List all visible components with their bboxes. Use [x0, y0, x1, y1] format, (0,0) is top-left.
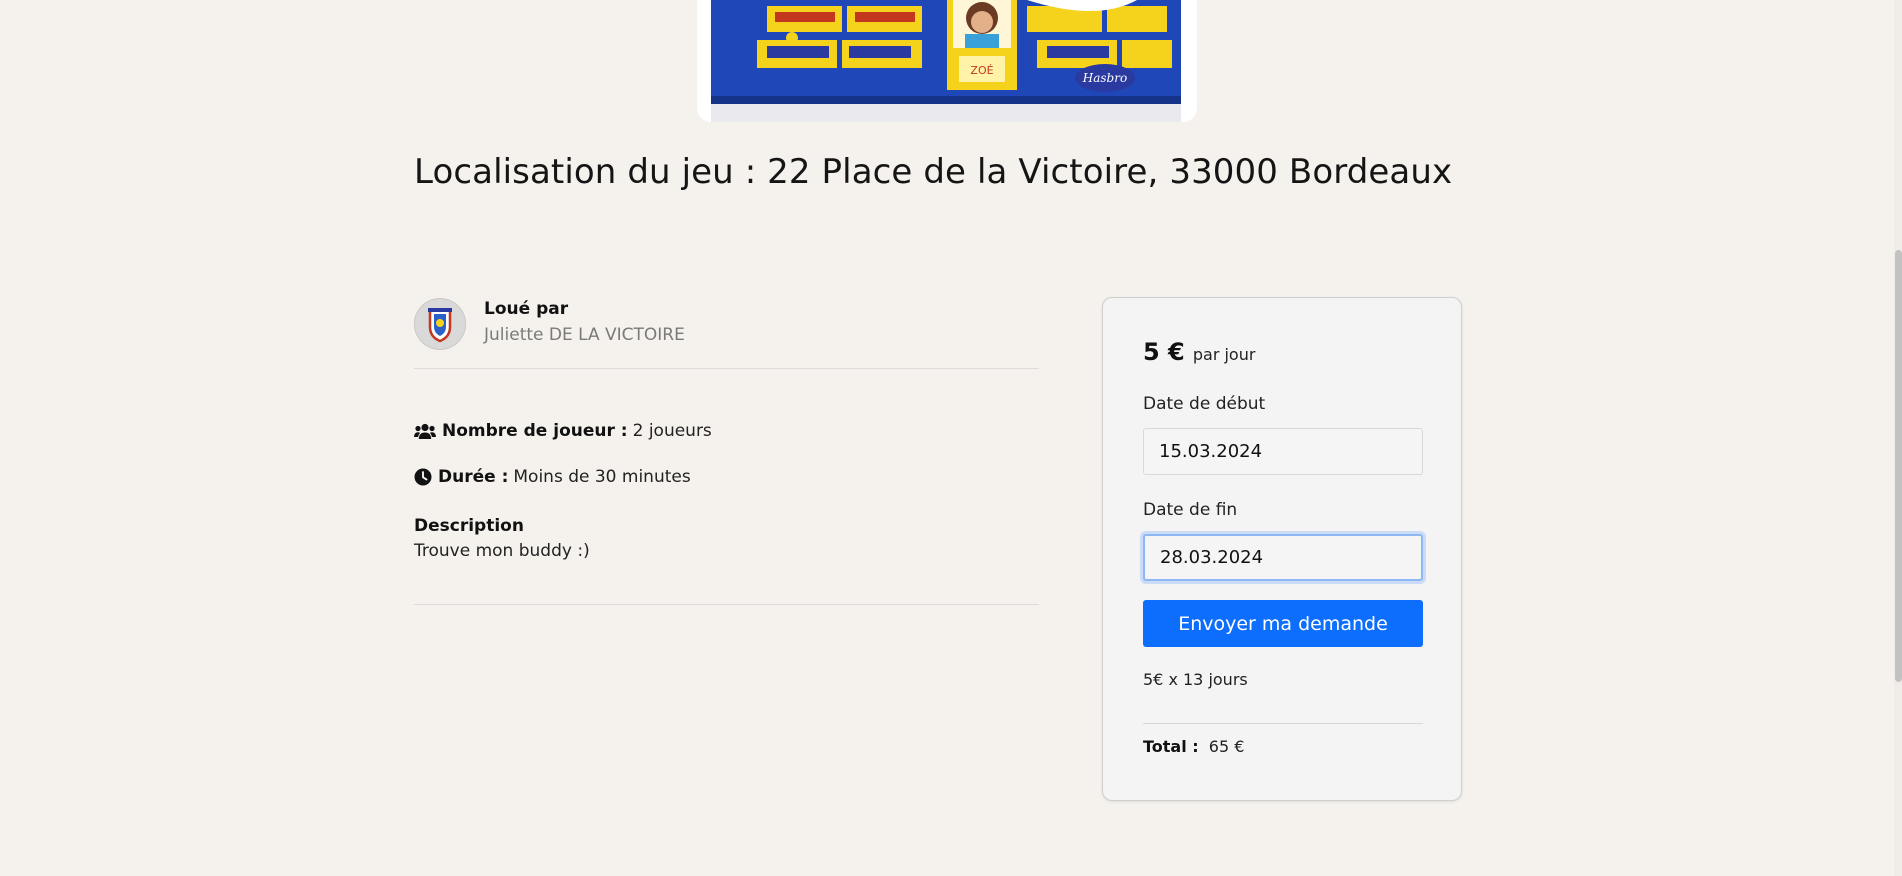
- total-label: Total :: [1143, 737, 1199, 756]
- end-date-input[interactable]: [1143, 534, 1423, 581]
- game-board-illustration: ZOÉ Hasbro: [697, 0, 1197, 122]
- divider: [414, 368, 1039, 369]
- price-calculation: 5€ x 13 jours: [1143, 670, 1248, 689]
- scrollbar-thumb[interactable]: [1895, 250, 1902, 682]
- duration-value: Moins de 30 minutes: [513, 467, 691, 487]
- users-icon: [414, 423, 436, 440]
- shield-avatar-icon: [415, 299, 465, 349]
- avatar[interactable]: [414, 298, 466, 350]
- duration-info: Durée : Moins de 30 minutes: [414, 467, 691, 487]
- price-unit: par jour: [1192, 345, 1256, 364]
- booking-card: 5 € par jour Date de début Date de fin E…: [1102, 297, 1462, 801]
- game-image: ZOÉ Hasbro: [697, 0, 1197, 122]
- duration-label: Durée :: [438, 467, 509, 487]
- players-info: Nombre de joueur : 2 joueurs: [414, 421, 712, 441]
- clock-icon: [414, 468, 432, 486]
- price-amount: 5 €: [1143, 338, 1185, 366]
- page: ZOÉ Hasbro Localisation du jeu : 22 Plac…: [0, 0, 1902, 876]
- description-text: Trouve mon buddy :): [414, 541, 590, 561]
- owner-label: Loué par: [484, 299, 569, 319]
- start-date-label: Date de début: [1143, 394, 1266, 414]
- description-title: Description: [414, 516, 524, 536]
- divider: [1143, 723, 1423, 724]
- start-date-input[interactable]: [1143, 428, 1423, 475]
- send-request-button[interactable]: Envoyer ma demande: [1143, 600, 1423, 647]
- price: 5 € par jour: [1143, 338, 1255, 366]
- owner-section: Loué par Juliette DE LA VICTOIRE: [414, 296, 1039, 368]
- players-value: 2 joueurs: [632, 421, 712, 441]
- brand-logo-text: Hasbro: [1082, 71, 1127, 85]
- player-card-name: ZOÉ: [970, 64, 993, 77]
- divider: [414, 604, 1039, 605]
- end-date-label: Date de fin: [1143, 500, 1238, 520]
- players-label: Nombre de joueur :: [442, 421, 628, 441]
- owner-name[interactable]: Juliette DE LA VICTOIRE: [484, 325, 685, 345]
- total-value: 65 €: [1208, 737, 1245, 756]
- total: Total : 65 €: [1143, 737, 1244, 756]
- location-title: Localisation du jeu : 22 Place de la Vic…: [414, 152, 1453, 192]
